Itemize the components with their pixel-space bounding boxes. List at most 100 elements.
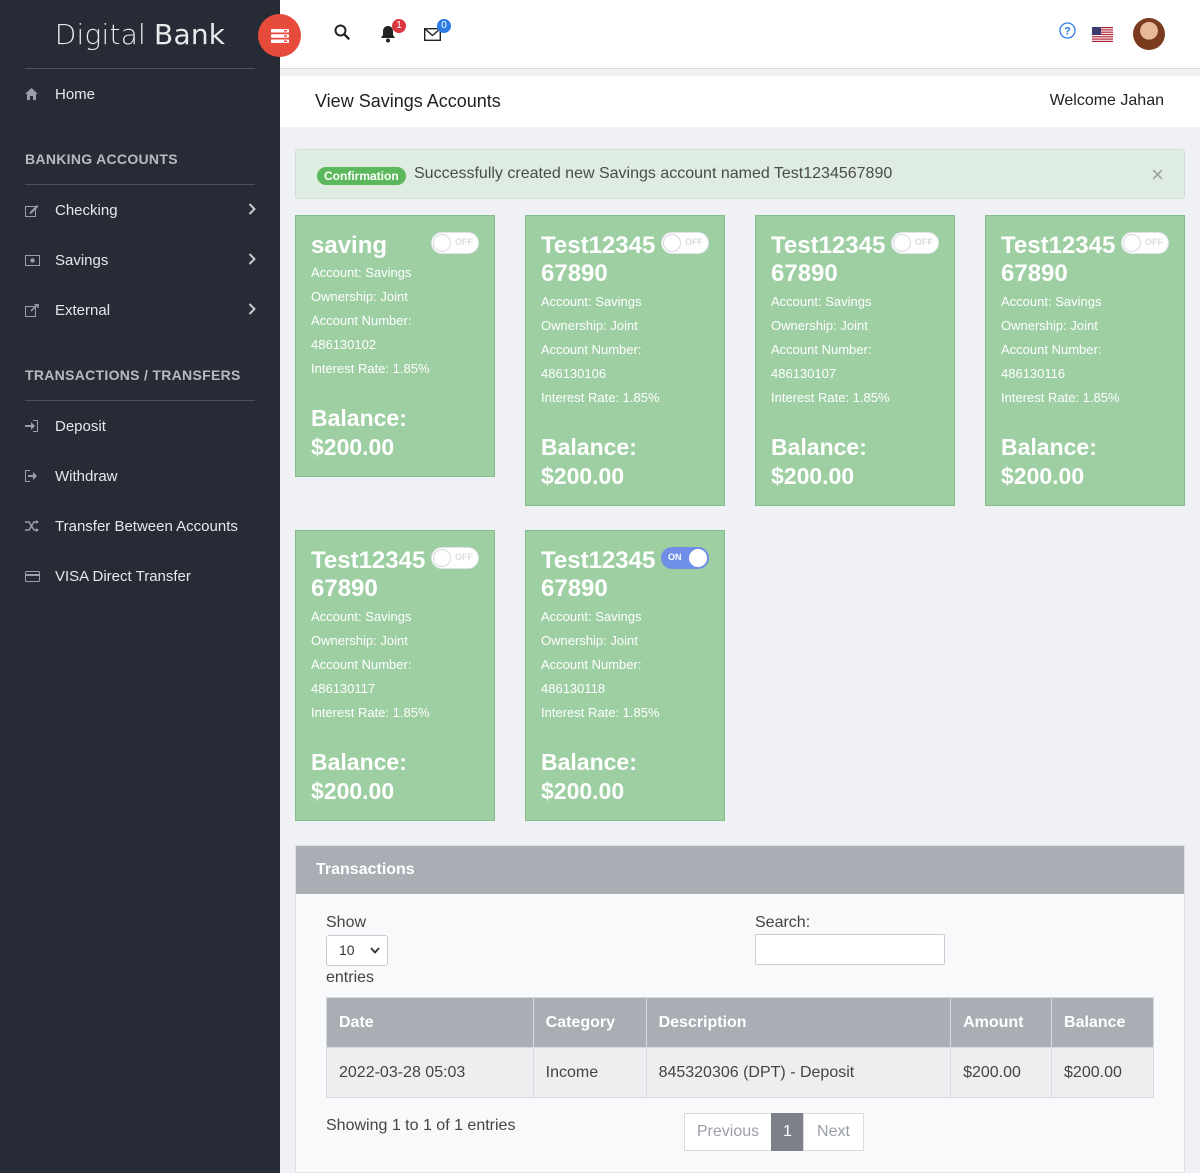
close-alert-button[interactable]: × [1151,164,1164,186]
chevron-down-icon [370,947,380,954]
interest-rate: Interest Rate: 1.85% [771,390,890,405]
sign-in-icon [25,420,55,432]
table-row: 2022-03-28 05:03 Income 845320306 (DPT) … [326,1047,1154,1098]
search-icon [334,24,350,40]
account-card[interactable]: saving OFF Account: Savings Ownership: J… [295,215,495,477]
balance-label: Balance: [541,434,637,460]
column-header-balance[interactable]: Balance [1051,997,1154,1048]
account-number: 486130107 [771,366,837,381]
toggle-knob [689,549,707,567]
account-toggle[interactable]: ON [661,547,709,569]
language-selector[interactable] [1092,27,1113,47]
toggle-knob [1123,234,1141,252]
sidebar-item-checking[interactable]: Checking [25,196,260,224]
sidebar-item-savings[interactable]: Savings [25,246,260,274]
account-toggle[interactable]: OFF [661,232,709,254]
money-icon [25,254,55,266]
sidebar-divider [25,184,255,185]
notifications-count-badge: 1 [392,19,406,33]
sidebar-item-external[interactable]: External [25,296,260,324]
sidebar-item-withdraw[interactable]: Withdraw [25,462,260,490]
account-toggle[interactable]: OFF [431,547,479,569]
cell-amount: $200.00 [950,1047,1053,1098]
account-card[interactable]: Test1234567890 OFF Account: Savings Owne… [755,215,955,506]
account-type: Account: Savings [541,294,642,309]
messages-button[interactable]: 0 [423,19,451,46]
sidebar-divider [25,68,255,69]
account-number: 486130118 [541,681,606,696]
column-header-date[interactable]: Date [326,997,534,1048]
credit-card-icon [25,570,55,582]
alert-message: Successfully created new Savings account… [414,165,893,182]
top-navbar: 1 0 ? [258,0,1200,69]
account-name: saving [311,232,388,259]
page-header: View Savings Accounts Welcome Jahan [280,76,1200,127]
account-number-label: Account Number: [1001,342,1102,357]
sidebar-item-transfer[interactable]: Transfer Between Accounts [25,512,260,540]
page-title: View Savings Accounts [315,91,501,111]
column-header-amount[interactable]: Amount [950,997,1053,1048]
confirmation-alert: Confirmation Successfully created new Sa… [295,149,1185,199]
brand-logo[interactable]: Digital Bank [0,0,280,69]
sidebar-item-deposit[interactable]: Deposit [25,412,260,440]
cell-date: 2022-03-28 05:03 [326,1047,534,1098]
column-header-category[interactable]: Category [532,997,647,1048]
account-type: Account: Savings [311,265,412,280]
interest-rate: Interest Rate: 1.85% [1001,390,1120,405]
transactions-panel: Transactions Show 10 entries Search: Dat… [295,845,1185,1173]
balance-label: Balance: [1001,434,1097,460]
page-length-value: 10 [339,942,355,958]
balance-label: Balance: [771,434,867,460]
cell-description: 845320306 (DPT) - Deposit [645,1047,952,1098]
account-toggle[interactable]: OFF [891,232,939,254]
search-button[interactable] [334,24,350,45]
account-toggle[interactable]: OFF [431,232,479,254]
messages-count-badge: 0 [437,19,451,33]
sidebar-divider [25,400,255,401]
column-header-description[interactable]: Description [645,997,952,1048]
account-card[interactable]: Test1234567890 OFF Account: Savings Owne… [525,215,725,506]
balance-value: $200.00 [541,778,625,804]
notifications-button[interactable]: 1 [380,19,406,48]
account-name: Test1234567890 [1001,232,1116,287]
toggle-state: OFF [455,552,473,562]
account-number: 486130102 [311,337,377,352]
account-card[interactable]: Test1234567890 OFF Account: Savings Owne… [295,530,495,821]
account-number: 486130116 [1001,366,1066,381]
user-avatar[interactable] [1133,18,1165,50]
balance-value: $200.00 [1001,463,1085,489]
sidebar-item-label: VISA Direct Transfer [55,567,191,585]
page-1-button[interactable]: 1 [771,1113,804,1151]
search-input[interactable] [755,934,945,965]
account-type: Account: Savings [311,609,412,624]
account-name: Test1234567890 [771,232,886,287]
next-page-button[interactable]: Next [803,1113,864,1151]
previous-page-button[interactable]: Previous [684,1113,772,1151]
sidebar-item-label: Deposit [55,417,106,435]
sidebar-item-visa[interactable]: VISA Direct Transfer [25,562,260,590]
account-card[interactable]: Test1234567890 ON Account: Savings Owner… [525,530,725,821]
sidebar-item-home[interactable]: Home [25,80,260,108]
help-button[interactable]: ? [1059,22,1076,44]
sidebar-section-transactions: TRANSACTIONS / TRANSFERS [25,367,241,383]
external-link-icon [25,303,55,317]
us-flag-icon [1092,27,1113,42]
sidebar-item-label: External [55,301,111,319]
chevron-right-icon [248,252,256,269]
account-number-label: Account Number: [771,342,872,357]
interest-rate: Interest Rate: 1.85% [311,361,430,376]
toggle-knob [663,234,681,252]
toggle-knob [433,234,451,252]
account-number-label: Account Number: [541,342,642,357]
welcome-text: Welcome Jahan [1049,92,1164,109]
account-ownership: Ownership: Joint [1001,318,1098,333]
interest-rate: Interest Rate: 1.85% [541,705,660,720]
menu-toggle-button[interactable] [258,14,301,57]
shuffle-icon [25,520,55,532]
edit-icon [25,204,55,217]
account-card[interactable]: Test1234567890 OFF Account: Savings Owne… [985,215,1185,506]
account-toggle[interactable]: OFF [1121,232,1169,254]
page-length-select[interactable]: 10 [326,935,388,966]
account-name: Test1234567890 [541,547,656,602]
toggle-knob [433,549,451,567]
